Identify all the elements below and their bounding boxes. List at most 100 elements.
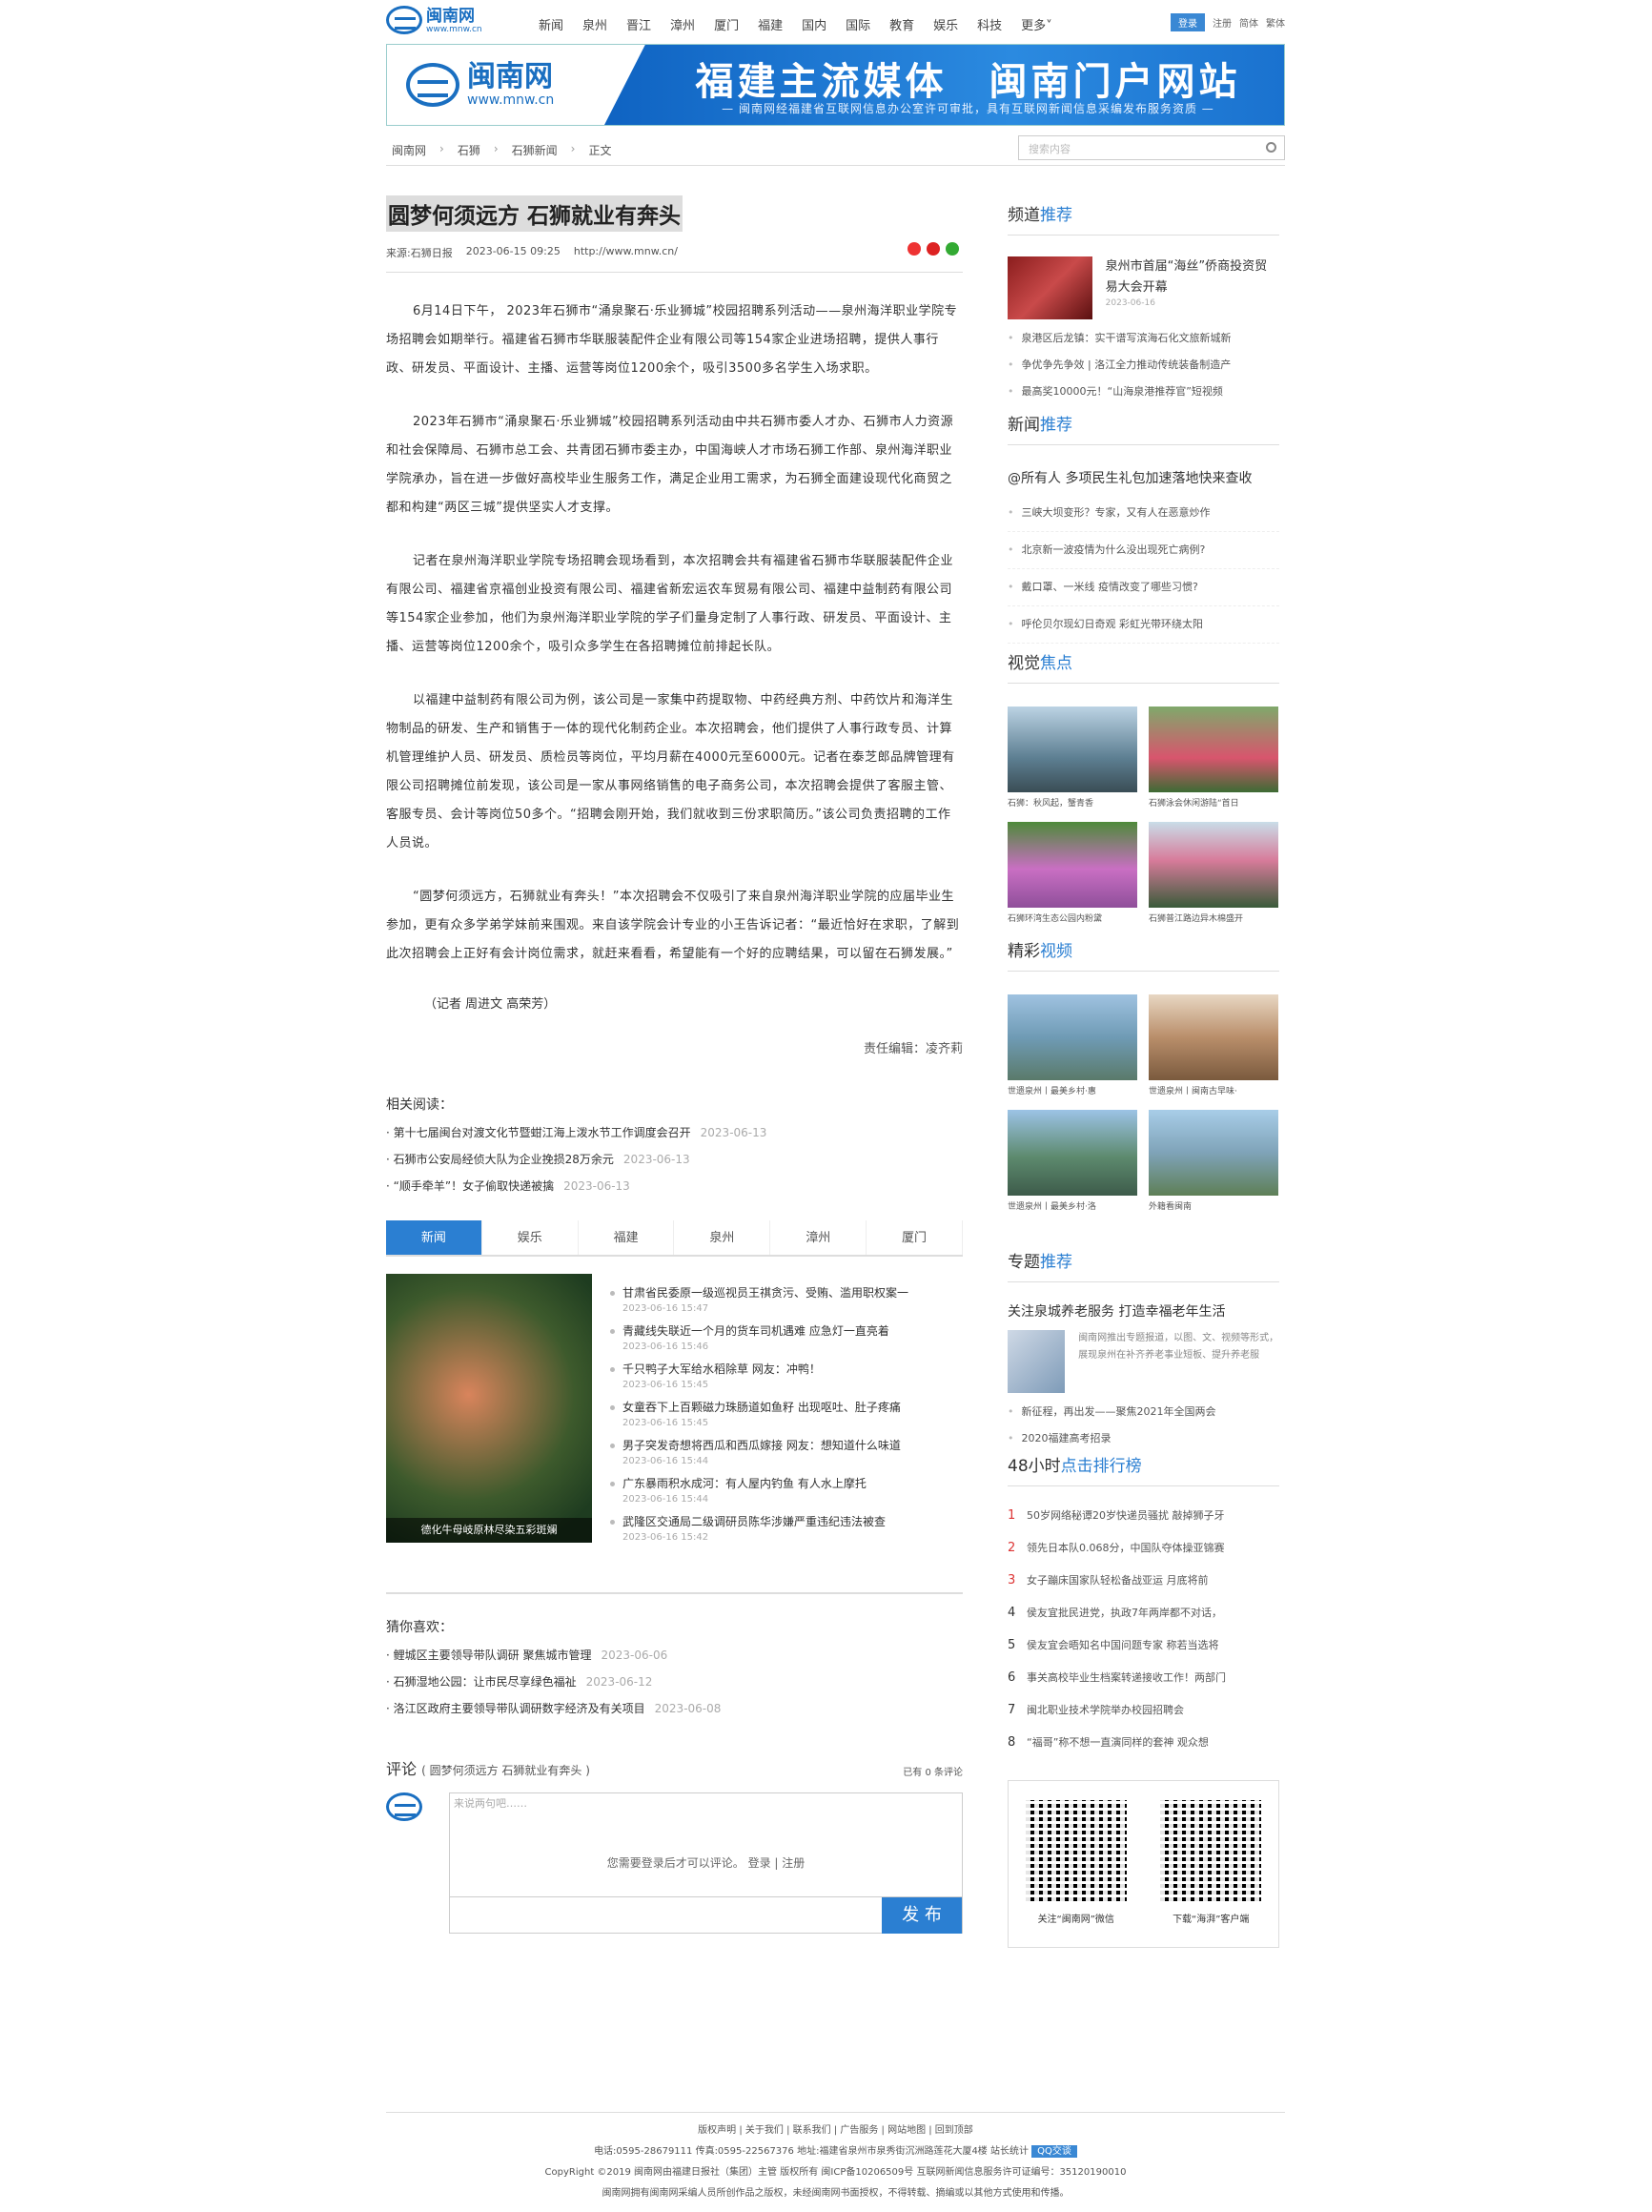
- list-item[interactable]: 三峡大坝变形？专家，又有人在恶意炒作: [1008, 495, 1279, 532]
- submit-comment-button[interactable]: 发 布: [882, 1897, 962, 1934]
- list-item[interactable]: · 第十七届闽台对渡文化节暨蚶江海上泼水节工作调度会召开 2023-06-13: [386, 1119, 963, 1146]
- photo-thumbnail: [1149, 707, 1278, 792]
- comment-heading: 评论 ( 圆梦何须远方 石狮就业有奔头 ): [386, 1756, 963, 1779]
- logo-mark-icon: [386, 6, 422, 34]
- list-item[interactable]: 2020福建高考招录: [1008, 1425, 1279, 1452]
- list-item[interactable]: 北京新一波疫情为什么没出现死亡病例?: [1008, 532, 1279, 569]
- simplified-link[interactable]: 简体: [1239, 15, 1258, 30]
- comment-count[interactable]: 已有 0 条评论: [903, 1764, 963, 1778]
- site-logo[interactable]: 闽南网 www.mnw.cn: [386, 6, 482, 34]
- app-qr[interactable]: 下载“海湃”客户端: [1160, 1800, 1262, 1947]
- video-card[interactable]: 世遗泉州丨最美乡村·惠: [1008, 994, 1137, 1096]
- nav-link[interactable]: 教育: [889, 15, 914, 33]
- video-card[interactable]: 世遗泉州丨闽南古早味·: [1149, 994, 1278, 1096]
- banner-logo[interactable]: 闽南网 www.mnw.cn: [387, 45, 606, 125]
- topic-image[interactable]: [1008, 1330, 1066, 1393]
- list-item[interactable]: 泉港区后龙镇：实干谱写滨海石化文旅新城新: [1008, 325, 1279, 352]
- list-item[interactable]: · 洛江区政府主要领导带队调研数字经济及有关项目 2023-06-08: [386, 1695, 963, 1722]
- comment-icon[interactable]: [908, 242, 921, 256]
- tab-news[interactable]: 新闻: [386, 1220, 482, 1255]
- featured-story[interactable]: 泉州市首届“海丝”侨商投资贸易大会开幕 2023-06-16: [1008, 256, 1279, 319]
- list-item[interactable]: 千只鸭子大军给水稻除草 网友：冲鸭！ 2023-06-16 15:45: [610, 1360, 968, 1392]
- tab-xiamen[interactable]: 厦门: [867, 1220, 963, 1255]
- weibo-icon[interactable]: [927, 242, 940, 256]
- video-card[interactable]: 世遗泉州丨最美乡村·洛: [1008, 1110, 1137, 1212]
- list-item[interactable]: · 鲤城区主要领导带队调研 聚焦城市管理 2023-06-06: [386, 1642, 963, 1669]
- rank-title: 侯友宜会晤知名中国问题专家 称若当选将: [1027, 1639, 1219, 1651]
- nav-link[interactable]: 新闻: [539, 15, 563, 33]
- breadcrumb-item[interactable]: 石狮: [458, 142, 480, 158]
- comment-textarea[interactable]: 来说两句吧…… 您需要登录后才可以评论。 登录 | 注册: [449, 1792, 963, 1897]
- nav-link[interactable]: 泉州: [582, 15, 607, 33]
- nav-link[interactable]: 漳州: [670, 15, 695, 33]
- search-input[interactable]: 搜索内容: [1018, 135, 1285, 160]
- nav-link[interactable]: 国际: [846, 15, 870, 33]
- login-notice[interactable]: 您需要登录后才可以评论。 登录 | 注册: [450, 1854, 962, 1871]
- rank-item[interactable]: 7 闽北职业技术学院举办校园招聘会: [1008, 1694, 1279, 1727]
- nav-link[interactable]: 国内: [802, 15, 826, 33]
- rank-item[interactable]: 2 领先日本队0.068分，中国队夺体操亚锦赛: [1008, 1532, 1279, 1565]
- news-date: 2023-06-16 15:46: [622, 1342, 709, 1352]
- list-item[interactable]: 争优争先争效 | 洛江全力推动传统装备制造产: [1008, 352, 1279, 379]
- list-item[interactable]: · 石狮湿地公园：让市民尽享绿色福祉 2023-06-12: [386, 1669, 963, 1695]
- nav-link[interactable]: 娱乐: [933, 15, 958, 33]
- list-item[interactable]: 武隆区交通局二级调研员陈华涉嫌严重违纪违法被查 2023-06-16 15:42: [610, 1512, 968, 1545]
- news-feature-image[interactable]: 德化牛母岐原林尽染五彩斑斓: [386, 1274, 592, 1543]
- list-item[interactable]: 青藏线失联近一个月的货车司机遇难 应急灯一直亮着 2023-06-16 15:46: [610, 1321, 968, 1354]
- search-icon[interactable]: [1266, 142, 1276, 153]
- nav-link[interactable]: 厦门: [714, 15, 739, 33]
- list-item[interactable]: 最高奖10000元！“山海泉港推荐官”短视频: [1008, 379, 1279, 405]
- topic-headline[interactable]: 关注泉城养老服务 打造幸福老年生活: [1008, 1301, 1279, 1321]
- article-url[interactable]: http://www.mnw.cn/: [574, 245, 678, 260]
- rank-title: “福哥”称不想一直演同样的套神 观众想: [1027, 1736, 1209, 1749]
- rank-item[interactable]: 5 侯友宜会晤知名中国问题专家 称若当选将: [1008, 1629, 1279, 1662]
- list-item[interactable]: 戴口罩、一米线 疫情改变了哪些习惯?: [1008, 569, 1279, 606]
- nav-more[interactable]: 更多˅: [1021, 15, 1052, 33]
- rank-item[interactable]: 4 侯友宜批民进党，执政7年两岸都不对话，: [1008, 1597, 1279, 1629]
- banner-slogan-panel: 福建主流媒体 闽南门户网站 — 闽南网经福建省互联网信息办公室许可审批，具有互联…: [604, 45, 1284, 125]
- photo-card[interactable]: 石狮泳会休闲游陆“首日: [1149, 707, 1278, 809]
- wechat-qr[interactable]: 关注“闽南网”微信: [1025, 1800, 1127, 1947]
- list-item[interactable]: 新征程，再出发——聚焦2021年全国两会: [1008, 1399, 1279, 1425]
- list-item[interactable]: 呼伦贝尔现幻日奇观 彩虹光带环绕太阳: [1008, 606, 1279, 644]
- nav-link[interactable]: 科技: [977, 15, 1002, 33]
- featured-image[interactable]: [1008, 256, 1092, 319]
- tab-quanzhou[interactable]: 泉州: [674, 1220, 771, 1255]
- list-item[interactable]: 甘肃省民委原一级巡视员王祺贪污、受贿、滥用职权案一 2023-06-16 15:4…: [610, 1283, 968, 1316]
- footer-copyright: CopyRight ©2019 闽南网由福建日报社（集团）主管 版权所有 闽IC…: [544, 2167, 1127, 2178]
- photo-card[interactable]: 石狮环湾生态公园内粉黛: [1008, 822, 1137, 924]
- nav-link[interactable]: 晋江: [626, 15, 651, 33]
- rank-item[interactable]: 8 “福哥”称不想一直演同样的套神 观众想: [1008, 1727, 1279, 1759]
- rank-item[interactable]: 6 事关高校毕业生档案转递接收工作！两部门: [1008, 1662, 1279, 1694]
- nav-more-label: 更多: [1021, 19, 1047, 33]
- featured-title: 泉州市首届“海丝”侨商投资贸易大会开幕: [1105, 259, 1268, 295]
- nav-link[interactable]: 福建: [758, 15, 783, 33]
- qr-code-icon: [1160, 1800, 1262, 1901]
- list-item[interactable]: 女童吞下上百颗磁力珠肠道如鱼籽 出现呕吐、肚子疼痛 2023-06-16 15:4…: [610, 1398, 968, 1430]
- tab-zhangzhou[interactable]: 漳州: [770, 1220, 867, 1255]
- rank-item[interactable]: 1 50岁网络秘谭20岁快递员骚扰 敲掉狮子牙: [1008, 1500, 1279, 1532]
- tab-fujian[interactable]: 福建: [579, 1220, 675, 1255]
- list-item[interactable]: · “顺手牵羊”！女子偷取快递被擒 2023-06-13: [386, 1173, 963, 1199]
- breadcrumb-item[interactable]: 闽南网: [392, 142, 426, 158]
- list-item[interactable]: 男子突发奇想将西瓜和西瓜嫁接 网友：想知道什么味道 2023-06-16 15:4…: [610, 1436, 968, 1468]
- visual-heading: 视觉焦点: [1008, 649, 1279, 684]
- login-button[interactable]: 登录: [1171, 13, 1205, 31]
- list-item[interactable]: 广东暴雨积水成河：有人屋内钓鱼 有人水上摩托 2023-06-16 15:44: [610, 1474, 968, 1506]
- news-headline[interactable]: @所有人 多项民生礼包加速落地快来查收: [1008, 468, 1279, 487]
- wechat-icon[interactable]: [946, 242, 959, 256]
- video-card[interactable]: 外籍看闽南: [1149, 1110, 1278, 1212]
- rank-item[interactable]: 3 女子蹦床国家队轻松备战亚运 月底将前: [1008, 1565, 1279, 1597]
- qq-chat-button[interactable]: QQ交谈: [1031, 2145, 1077, 2158]
- breadcrumb-item[interactable]: 石狮新闻: [512, 142, 558, 158]
- traditional-link[interactable]: 繁体: [1266, 15, 1285, 30]
- footer-links[interactable]: 版权声明 | 关于我们 | 联系我们 | 广告服务 | 网站地图 | 回到顶部: [386, 2120, 1285, 2141]
- photo-card[interactable]: 石狮普江路边异木棉盛开: [1149, 822, 1278, 924]
- rank-title: 50岁网络秘谭20岁快递员骚扰 敲掉狮子牙: [1027, 1509, 1225, 1522]
- news-title: 女童吞下上百颗磁力珠肠道如鱼籽 出现呕吐、肚子疼痛: [610, 1398, 968, 1417]
- tab-entertainment[interactable]: 娱乐: [482, 1220, 579, 1255]
- photo-card[interactable]: 石狮：秋风起，蟹青香: [1008, 707, 1137, 809]
- rank-title: 事关高校毕业生档案转递接收工作！两部门: [1027, 1671, 1226, 1684]
- list-item[interactable]: · 石狮市公安局经侦大队为企业挽损28万余元 2023-06-13: [386, 1146, 963, 1173]
- register-link[interactable]: 注册: [1213, 15, 1232, 30]
